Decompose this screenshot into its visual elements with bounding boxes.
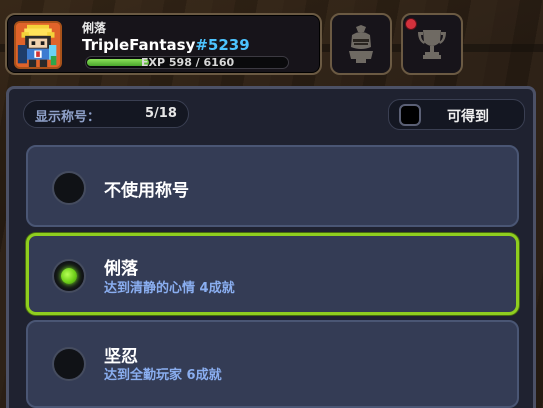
title-option-nimble[interactable]: 俐落 达到清静的心情 4成就 bbox=[26, 233, 519, 315]
title-radio-selected[interactable] bbox=[52, 259, 86, 293]
exp-bar: EXP 598 / 6160 bbox=[85, 56, 289, 69]
title-option-steadfast[interactable]: 坚忍 达到全勤玩家 6成就 bbox=[26, 320, 519, 408]
title-name: 不使用称号 bbox=[104, 181, 189, 201]
player-tag: #5239 bbox=[195, 36, 250, 54]
title-description: 达到清静的心情 4成就 bbox=[104, 281, 235, 296]
player-name: TripleFantasy#5239 bbox=[82, 36, 250, 54]
title-radio[interactable] bbox=[52, 171, 86, 205]
player-title: 俐落 bbox=[82, 21, 107, 35]
trophy-icon bbox=[418, 30, 446, 59]
title-option-none[interactable]: 不使用称号 bbox=[26, 145, 519, 227]
knight-helmet-icon bbox=[349, 25, 373, 63]
titles-count-display: 显示称号： 5/18 bbox=[23, 100, 189, 128]
achievements-button[interactable] bbox=[401, 13, 463, 75]
character-button[interactable] bbox=[330, 13, 392, 75]
title-name: 俐落 bbox=[104, 259, 138, 279]
notification-badge bbox=[405, 18, 417, 30]
exp-bar-fill bbox=[87, 59, 149, 66]
avatar[interactable] bbox=[14, 21, 62, 69]
player-name-text: TripleFantasy bbox=[82, 36, 196, 54]
obtainable-filter-toggle[interactable]: 可得到 bbox=[388, 99, 525, 130]
title-radio[interactable] bbox=[52, 347, 86, 381]
titles-count-label: 显示称号： bbox=[35, 110, 101, 125]
profile-card[interactable]: 俐落 TripleFantasy#5239 EXP 598 / 6160 bbox=[5, 13, 322, 75]
titles-count-value: 5/18 bbox=[145, 106, 177, 121]
title-description: 达到全勤玩家 6成就 bbox=[104, 368, 222, 383]
obtainable-label: 可得到 bbox=[447, 109, 489, 125]
obtainable-checkbox[interactable] bbox=[399, 104, 421, 126]
pixel-knight-avatar-icon bbox=[16, 23, 60, 67]
exp-text: EXP 598 / 6160 bbox=[141, 56, 235, 69]
radio-selected-dot bbox=[61, 268, 77, 284]
